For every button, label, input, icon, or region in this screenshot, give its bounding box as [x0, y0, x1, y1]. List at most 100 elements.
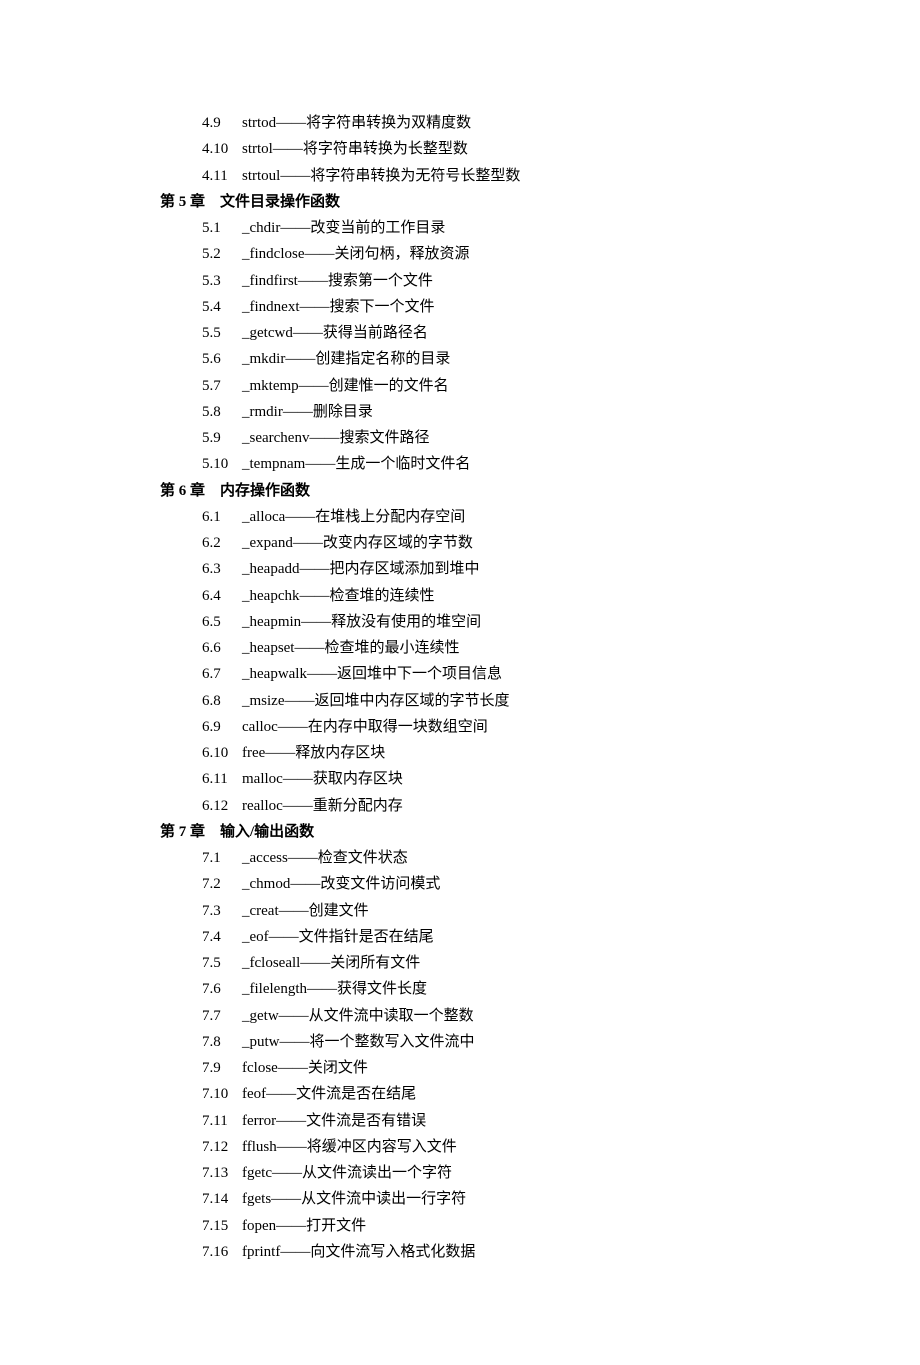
toc-item-text: _chmod——改变文件访问模式	[242, 876, 440, 892]
toc-item: 6.6_heapset——检查堆的最小连续性	[160, 635, 820, 661]
toc-item-number: 5.2	[202, 241, 242, 267]
toc-item-text: fflush——将缓冲区内容写入文件	[242, 1139, 457, 1155]
toc-item-number: 7.14	[202, 1186, 242, 1212]
toc-item-text: _findfirst——搜索第一个文件	[242, 273, 433, 289]
toc-item-number: 6.4	[202, 583, 242, 609]
toc-item-text: ferror——文件流是否有错误	[242, 1113, 426, 1129]
toc-item-text: realloc——重新分配内存	[242, 798, 403, 814]
toc-item-text: _getcwd——获得当前路径名	[242, 325, 428, 341]
toc-item-text: strtoul——将字符串转换为无符号长整型数	[242, 168, 520, 184]
toc-item-number: 6.1	[202, 504, 242, 530]
toc-item-text: _heapwalk——返回堆中下一个项目信息	[242, 666, 502, 682]
toc-item: 5.5_getcwd——获得当前路径名	[160, 320, 820, 346]
toc-item-text: _heapmin——释放没有使用的堆空间	[242, 614, 481, 630]
toc-item-text: _creat——创建文件	[242, 903, 369, 919]
toc-item-text: _fcloseall——关闭所有文件	[242, 955, 420, 971]
toc-item: 4.10strtol——将字符串转换为长整型数	[160, 136, 820, 162]
toc-item-text: feof——文件流是否在结尾	[242, 1086, 416, 1102]
toc-item-text: _heapadd——把内存区域添加到堆中	[242, 561, 479, 577]
toc-item-text: malloc——获取内存区块	[242, 771, 403, 787]
toc-item-number: 7.16	[202, 1239, 242, 1265]
toc-item-text: _searchenv——搜索文件路径	[242, 430, 429, 446]
table-of-contents: 4.9strtod——将字符串转换为双精度数4.10strtol——将字符串转换…	[160, 110, 820, 1265]
toc-item-text: strtod——将字符串转换为双精度数	[242, 115, 471, 131]
toc-item: 6.2_expand——改变内存区域的字节数	[160, 530, 820, 556]
toc-item-number: 7.7	[202, 1003, 242, 1029]
toc-item-text: _getw——从文件流中读取一个整数	[242, 1008, 474, 1024]
toc-item: 7.11ferror——文件流是否有错误	[160, 1108, 820, 1134]
toc-item-text: _access——检查文件状态	[242, 850, 408, 866]
toc-item: 7.10feof——文件流是否在结尾	[160, 1081, 820, 1107]
toc-item: 5.7_mktemp——创建惟一的文件名	[160, 373, 820, 399]
toc-item-text: _alloca——在堆栈上分配内存空间	[242, 509, 465, 525]
toc-item-text: free——释放内存区块	[242, 745, 385, 761]
toc-item-number: 4.9	[202, 110, 242, 136]
toc-item-number: 7.2	[202, 871, 242, 897]
toc-item-number: 5.1	[202, 215, 242, 241]
toc-item-text: _filelength——获得文件长度	[242, 981, 427, 997]
toc-item: 6.3_heapadd——把内存区域添加到堆中	[160, 556, 820, 582]
toc-item: 6.5_heapmin——释放没有使用的堆空间	[160, 609, 820, 635]
toc-item-number: 7.13	[202, 1160, 242, 1186]
toc-item: 4.9strtod——将字符串转换为双精度数	[160, 110, 820, 136]
chapter-heading: 第 5 章 文件目录操作函数	[160, 189, 820, 215]
toc-item-number: 5.10	[202, 451, 242, 477]
toc-item-number: 7.6	[202, 976, 242, 1002]
toc-item: 7.3_creat——创建文件	[160, 898, 820, 924]
toc-item: 7.1_access——检查文件状态	[160, 845, 820, 871]
toc-item-text: _eof——文件指针是否在结尾	[242, 929, 434, 945]
toc-item-number: 4.11	[202, 163, 242, 189]
toc-item-text: _chdir——改变当前的工作目录	[242, 220, 445, 236]
toc-item-number: 5.7	[202, 373, 242, 399]
toc-item: 5.9_searchenv——搜索文件路径	[160, 425, 820, 451]
toc-item: 6.7_heapwalk——返回堆中下一个项目信息	[160, 661, 820, 687]
toc-item-number: 4.10	[202, 136, 242, 162]
toc-item: 5.1_chdir——改变当前的工作目录	[160, 215, 820, 241]
toc-item-text: fprintf——向文件流写入格式化数据	[242, 1244, 475, 1260]
toc-item: 6.8_msize——返回堆中内存区域的字节长度	[160, 688, 820, 714]
toc-item: 7.16fprintf——向文件流写入格式化数据	[160, 1239, 820, 1265]
toc-item: 4.11strtoul——将字符串转换为无符号长整型数	[160, 163, 820, 189]
toc-item-number: 7.9	[202, 1055, 242, 1081]
toc-item: 5.4_findnext——搜索下一个文件	[160, 294, 820, 320]
toc-item-number: 6.3	[202, 556, 242, 582]
toc-item-number: 5.8	[202, 399, 242, 425]
toc-item: 7.8_putw——将一个整数写入文件流中	[160, 1029, 820, 1055]
toc-item: 7.6_filelength——获得文件长度	[160, 976, 820, 1002]
toc-item-text: fclose——关闭文件	[242, 1060, 368, 1076]
toc-item-number: 7.4	[202, 924, 242, 950]
chapter-heading: 第 6 章 内存操作函数	[160, 478, 820, 504]
toc-item: 7.7_getw——从文件流中读取一个整数	[160, 1003, 820, 1029]
toc-item-number: 5.4	[202, 294, 242, 320]
toc-item: 5.10_tempnam——生成一个临时文件名	[160, 451, 820, 477]
toc-item-text: _heapset——检查堆的最小连续性	[242, 640, 459, 656]
toc-item-number: 7.5	[202, 950, 242, 976]
toc-item-number: 6.8	[202, 688, 242, 714]
toc-item-number: 6.5	[202, 609, 242, 635]
toc-item: 7.15fopen——打开文件	[160, 1213, 820, 1239]
toc-item-number: 6.11	[202, 766, 242, 792]
toc-item-number: 5.6	[202, 346, 242, 372]
toc-item: 5.2_findclose——关闭句柄，释放资源	[160, 241, 820, 267]
toc-item-number: 7.8	[202, 1029, 242, 1055]
toc-item-text: _mktemp——创建惟一的文件名	[242, 378, 449, 394]
toc-item-text: strtol——将字符串转换为长整型数	[242, 141, 468, 157]
toc-item-number: 6.7	[202, 661, 242, 687]
toc-item-number: 6.9	[202, 714, 242, 740]
toc-item-number: 7.10	[202, 1081, 242, 1107]
toc-item: 6.1_alloca——在堆栈上分配内存空间	[160, 504, 820, 530]
toc-item: 5.8_rmdir——删除目录	[160, 399, 820, 425]
toc-item-text: _findclose——关闭句柄，释放资源	[242, 246, 469, 262]
toc-item: 7.12fflush——将缓冲区内容写入文件	[160, 1134, 820, 1160]
toc-item-text: fgets——从文件流中读出一行字符	[242, 1191, 466, 1207]
toc-item-text: _rmdir——删除目录	[242, 404, 373, 420]
toc-item: 7.2_chmod——改变文件访问模式	[160, 871, 820, 897]
toc-item: 6.11malloc——获取内存区块	[160, 766, 820, 792]
toc-item-text: _msize——返回堆中内存区域的字节长度	[242, 693, 510, 709]
toc-item-text: calloc——在内存中取得一块数组空间	[242, 719, 488, 735]
toc-item-number: 6.12	[202, 793, 242, 819]
toc-item-number: 6.10	[202, 740, 242, 766]
toc-item-number: 6.2	[202, 530, 242, 556]
toc-item: 6.9calloc——在内存中取得一块数组空间	[160, 714, 820, 740]
toc-item-text: _heapchk——检查堆的连续性	[242, 588, 434, 604]
